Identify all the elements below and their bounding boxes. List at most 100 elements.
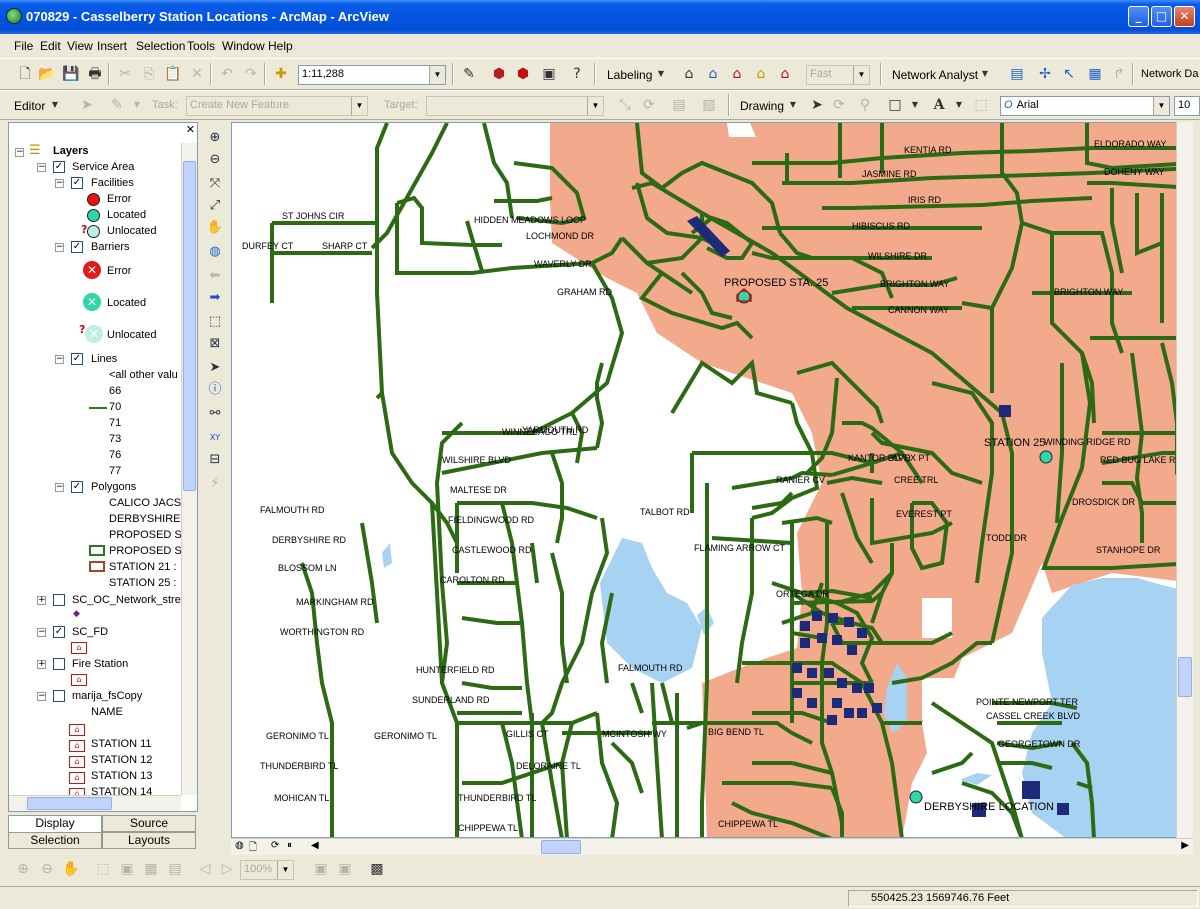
map-display[interactable]: PROPOSED STA. 25 STATION 25 DERBYSHIRE L… xyxy=(231,122,1193,838)
editor-toolbar-icon[interactable]: ✎ xyxy=(460,65,478,83)
toc-sc-fd[interactable]: SC_FD xyxy=(72,626,108,638)
layout-back-icon[interactable]: ◁ xyxy=(196,860,214,878)
label-weights-icon[interactable]: ⌂ xyxy=(728,65,746,83)
chevron-down-icon[interactable]: ▼ xyxy=(1153,97,1169,115)
collapse-marija[interactable]: − xyxy=(37,692,46,701)
zoom-out-icon[interactable]: ⊖ xyxy=(204,150,226,170)
fixed-zoom-in-layout-icon[interactable]: ▦ xyxy=(142,860,160,878)
toolbox-red-icon[interactable]: ⬢ xyxy=(514,65,532,83)
fixed-zoom-out-layout-icon[interactable]: ▤ xyxy=(166,860,184,878)
menu-tools[interactable]: Tools xyxy=(187,39,215,53)
sc-oc-checkbox[interactable] xyxy=(53,594,65,606)
layout-view-icon[interactable]: 🗋 xyxy=(249,840,257,857)
undo-icon[interactable]: ↶ xyxy=(218,65,236,83)
tab-source[interactable]: Source xyxy=(102,815,196,832)
chevron-down-icon[interactable]: ▼ xyxy=(46,96,64,114)
scroll-right-icon[interactable]: ▶ xyxy=(1181,840,1189,851)
edit-tool-icon[interactable]: ➤ xyxy=(78,96,96,114)
close-button[interactable]: ✕ xyxy=(1174,6,1195,27)
toc-fire-station[interactable]: Fire Station xyxy=(72,658,128,670)
rectangle-icon[interactable]: □ xyxy=(886,96,904,114)
map-vertical-scrollbar[interactable] xyxy=(1176,122,1193,838)
toggle-draft-mode-icon[interactable]: ▣ xyxy=(312,860,330,878)
new-document-icon[interactable]: 🗋 xyxy=(16,65,34,83)
zoom-in-icon[interactable]: ⊕ xyxy=(204,128,226,148)
toc-marija-fscopy[interactable]: marija_fsCopy xyxy=(72,690,142,702)
network-analyst-menu[interactable]: Network Analyst xyxy=(892,68,978,82)
collapse-layers[interactable]: − xyxy=(15,148,24,157)
refresh-icon[interactable]: ⟳ xyxy=(271,840,279,851)
layout-zoom-out-icon[interactable]: ⊖ xyxy=(38,860,56,878)
lock-labels-icon[interactable]: ⌂ xyxy=(752,65,770,83)
editor-menu[interactable]: Editor xyxy=(14,99,45,113)
redo-icon[interactable]: ↷ xyxy=(242,65,260,83)
collapse-service-area[interactable]: − xyxy=(37,163,46,172)
menu-window[interactable]: Window xyxy=(222,39,265,53)
menu-help[interactable]: Help xyxy=(268,39,293,53)
font-name-combo[interactable]: O Arial ▼ xyxy=(1000,96,1170,116)
find-binoculars-icon[interactable]: ⚯ xyxy=(204,404,226,424)
split-tool-icon[interactable]: ⤡ xyxy=(616,96,634,114)
polygons-checkbox[interactable]: ✓ xyxy=(71,481,83,493)
chevron-down-icon[interactable]: ▼ xyxy=(976,65,994,83)
barriers-checkbox[interactable]: ✓ xyxy=(71,241,83,253)
map-hscroll-thumb[interactable] xyxy=(541,840,581,854)
menu-insert[interactable]: Insert xyxy=(97,39,127,53)
select-features-icon[interactable]: ⬚ xyxy=(204,312,226,332)
select-move-location-icon[interactable]: ↖ xyxy=(1060,65,1078,83)
chevron-down-icon[interactable]: ▼ xyxy=(351,97,367,115)
arctoolbox-icon[interactable]: ⬢ xyxy=(490,65,508,83)
title-bar[interactable]: 070829 - Casselberry Station Locations -… xyxy=(0,0,1200,34)
back-arrow-icon[interactable]: ⬅ xyxy=(204,266,226,286)
layout-zoom-combo[interactable]: 100% ▼ xyxy=(240,860,294,880)
rotate-element-icon[interactable]: ⟳ xyxy=(830,96,848,114)
menu-selection[interactable]: Selection xyxy=(136,39,185,53)
collapse-lines[interactable]: − xyxy=(55,355,64,364)
collapse-facilities[interactable]: − xyxy=(55,179,64,188)
zoom-whole-page-icon[interactable]: ⬚ xyxy=(94,860,112,878)
clear-selection-icon[interactable]: ⊠ xyxy=(204,334,226,354)
open-icon[interactable]: 📂 xyxy=(38,65,56,83)
minimize-button[interactable]: _ xyxy=(1128,6,1149,27)
chevron-down-icon[interactable]: ▼ xyxy=(950,96,968,114)
solve-icon[interactable]: ↱ xyxy=(1110,65,1128,83)
copy-icon[interactable]: ⎘ xyxy=(140,65,158,83)
edit-vertices-icon[interactable]: ⬚ xyxy=(972,96,990,114)
pan-hand-icon[interactable]: ✋ xyxy=(204,218,226,238)
chevron-down-icon[interactable]: ▼ xyxy=(853,66,869,84)
chevron-down-icon[interactable]: ▼ xyxy=(587,97,603,115)
zoom-100-icon[interactable]: ▣ xyxy=(118,860,136,878)
focus-data-frame-icon[interactable]: ▣ xyxy=(336,860,354,878)
task-combo[interactable]: Create New Feature ▼ xyxy=(186,96,368,116)
sketch-properties-icon[interactable]: ▧ xyxy=(700,96,718,114)
change-layout-icon[interactable]: ▩ xyxy=(368,860,386,878)
chevron-down-icon[interactable]: ▼ xyxy=(128,96,146,114)
label-priority-icon[interactable]: ⌂ xyxy=(704,65,722,83)
print-icon[interactable]: 🖶 xyxy=(86,65,104,83)
menu-edit[interactable]: Edit xyxy=(40,39,61,53)
close-icon[interactable]: ✕ xyxy=(186,123,195,136)
expand-sc-oc[interactable]: + xyxy=(37,596,46,605)
paste-icon[interactable]: 📋 xyxy=(164,65,182,83)
font-size-combo[interactable]: 10 xyxy=(1174,96,1200,116)
label-manager-icon[interactable]: ⌂ xyxy=(680,65,698,83)
save-icon[interactable]: 💾 xyxy=(62,65,80,83)
network-analyst-window-icon[interactable]: ▤ xyxy=(1008,65,1026,83)
hyperlink-lightning-icon[interactable]: ⚡ xyxy=(204,474,226,494)
select-elements-icon[interactable]: ➤ xyxy=(808,96,826,114)
toc-polygons[interactable]: Polygons xyxy=(91,481,136,493)
scroll-left-icon[interactable]: ◀ xyxy=(311,840,319,851)
sc-fd-checkbox[interactable]: ✓ xyxy=(53,626,65,638)
expand-fire-station[interactable]: + xyxy=(37,660,46,669)
map-scale-combo[interactable]: 1:11,288 ▼ xyxy=(298,65,446,85)
menu-view[interactable]: View xyxy=(67,39,93,53)
collapse-sc-fd[interactable]: − xyxy=(37,628,46,637)
add-data-icon[interactable]: ✚ xyxy=(272,65,290,83)
maximize-button[interactable]: □ xyxy=(1151,6,1172,27)
toc-layers-title[interactable]: Layers xyxy=(53,145,88,157)
data-view-icon[interactable]: ◍ xyxy=(235,840,244,851)
collapse-barriers[interactable]: − xyxy=(55,243,64,252)
toc-horizontal-scrollbar[interactable] xyxy=(9,795,181,811)
tab-display[interactable]: Display xyxy=(8,815,102,832)
map-horizontal-scrollbar[interactable]: ◍ 🗋 ⟳ ⏸ ◀ ▶ xyxy=(231,838,1193,855)
